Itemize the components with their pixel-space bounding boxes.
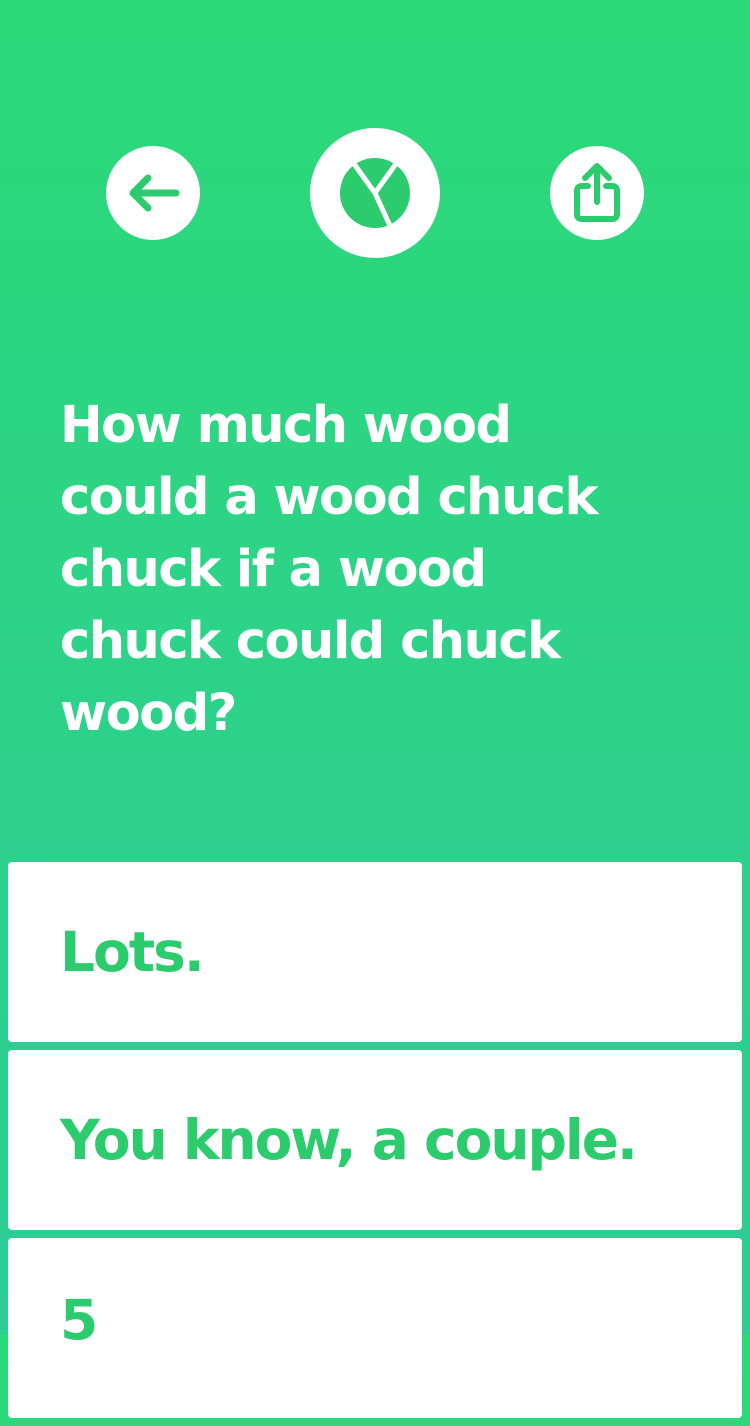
share-icon — [574, 163, 620, 222]
back-button[interactable] — [106, 146, 200, 240]
answer-list: Lots. You know, a couple. 5 — [8, 862, 742, 1426]
answer-option-2[interactable]: You know, a couple. — [8, 1050, 742, 1230]
question-text: How much wood could a wood chuck chuck i… — [60, 396, 598, 743]
app-logo-icon — [340, 158, 410, 230]
share-button[interactable] — [550, 146, 644, 240]
answer-label: You know, a couple. — [60, 1108, 638, 1172]
app-logo-button[interactable] — [310, 128, 440, 258]
answer-option-1[interactable]: Lots. — [8, 862, 742, 1042]
answer-label: 5 — [60, 1288, 98, 1352]
arrow-left-icon — [129, 174, 180, 212]
answer-label: Lots. — [60, 920, 205, 984]
answer-option-3[interactable]: 5 — [8, 1238, 742, 1418]
